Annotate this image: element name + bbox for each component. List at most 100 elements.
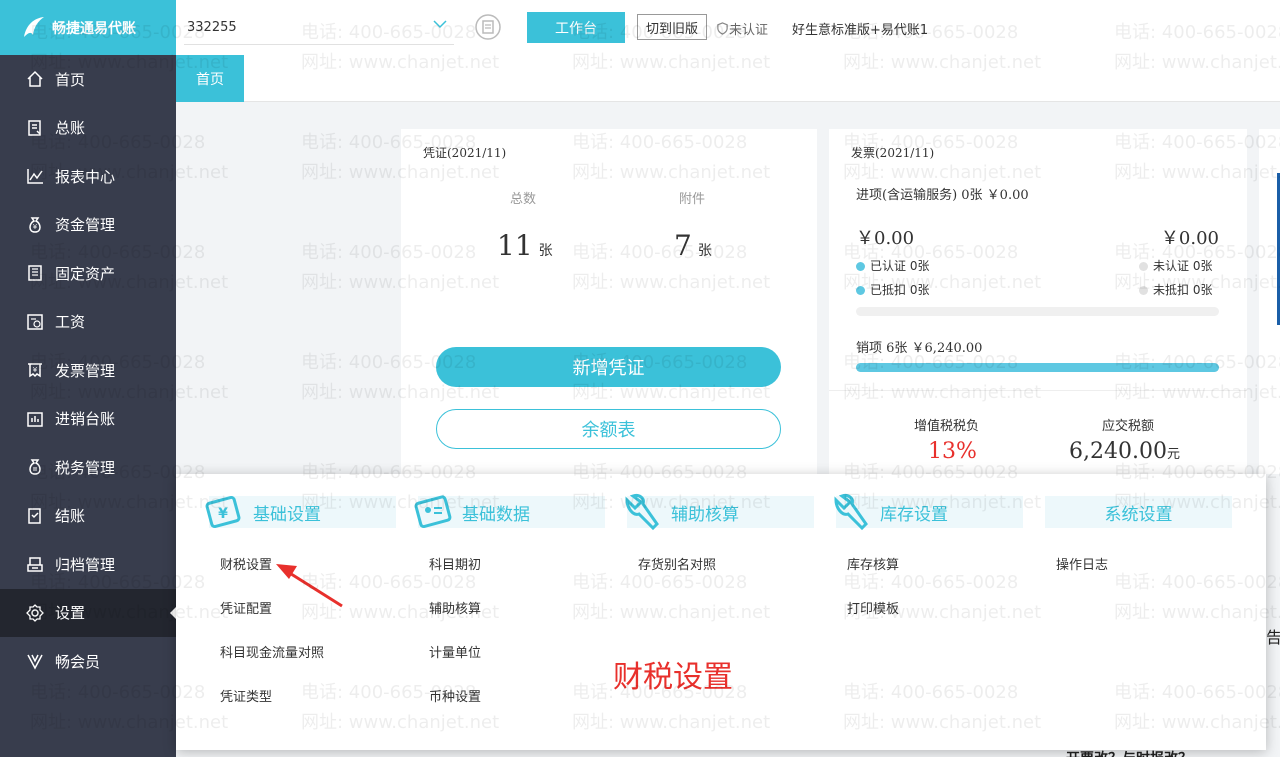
- cert-status[interactable]: 未认证: [716, 19, 768, 38]
- deducted-label: 已抵扣 0张: [870, 283, 930, 297]
- workbench-button[interactable]: 工作台: [527, 12, 625, 43]
- svg-text:¥: ¥: [33, 366, 38, 374]
- dot-marker: [1139, 286, 1148, 295]
- dot-marker: [856, 286, 865, 295]
- voucher-total-label: 总数: [510, 192, 537, 207]
- sidebar-item-label: 畅会员: [55, 652, 101, 671]
- salary-icon: [24, 311, 46, 333]
- certified-label: 已认证 0张: [870, 259, 930, 273]
- settings-card-icon: ¥: [205, 495, 241, 529]
- sidebar-item-label: 固定资产: [55, 264, 116, 283]
- sidebar-item-label: 设置: [55, 604, 86, 623]
- section-title: 基础设置: [253, 504, 321, 525]
- archive-icon: [24, 553, 46, 575]
- side-card: [1259, 129, 1280, 474]
- company-selector[interactable]: 332255: [187, 20, 237, 35]
- sidebar-item-vip[interactable]: 畅会员: [0, 637, 176, 686]
- menu-item-aux-accounting[interactable]: 辅助核算: [429, 598, 481, 617]
- output-progress-fill: [856, 363, 1219, 372]
- invoice-title: 发票(2021/11): [851, 146, 935, 160]
- menu-item-print-template[interactable]: 打印模板: [847, 598, 899, 617]
- menu-item-tax-settings[interactable]: 财税设置: [220, 554, 272, 573]
- menu-item-cashflow-mapping[interactable]: 科目现金流量对照: [220, 642, 324, 661]
- tax-payable: 6,240.00元: [1069, 439, 1180, 464]
- edition-label: 好生意标准版+易代账1: [792, 23, 929, 38]
- sidebar-item-settings[interactable]: 设置: [0, 588, 176, 637]
- section-inventory-settings: 库存设置: [834, 494, 1023, 531]
- section-basic-settings: ¥ 基础设置: [205, 495, 396, 529]
- menu-item-alias-mapping[interactable]: 存货别名对照: [638, 554, 716, 573]
- sidebar-item-label: 报表中心: [55, 167, 116, 186]
- dot-marker: [856, 262, 865, 271]
- menu-item-voucher-config[interactable]: 凭证配置: [220, 598, 272, 617]
- undeducted-row: 未抵扣 0张: [1139, 281, 1212, 298]
- home-icon: [24, 68, 46, 90]
- sidebar-item-label: 归档管理: [55, 555, 116, 574]
- sidebar-item-ledger[interactable]: 总账: [0, 104, 176, 153]
- sidebar-item-checkout[interactable]: 结账: [0, 492, 176, 541]
- chart-icon: [24, 165, 46, 187]
- sidebar-item-label: 总账: [55, 119, 86, 138]
- brand-bar[interactable]: 畅捷通易代账: [0, 0, 176, 55]
- balance-sheet-button[interactable]: 余额表: [436, 409, 781, 449]
- sidebar-item-tax[interactable]: 税务管理: [0, 443, 176, 492]
- tax-payable-value: 6,240.00: [1069, 439, 1167, 464]
- certified-row: 已认证 0张: [856, 257, 929, 274]
- voucher-total[interactable]: 11 张: [497, 229, 553, 262]
- sidebar-item-salary[interactable]: 工资: [0, 298, 176, 347]
- section-title: 辅助核算: [671, 504, 739, 525]
- deducted-row: 已抵扣 0张: [856, 281, 929, 298]
- sidebar-item-funds[interactable]: ¥ 资金管理: [0, 201, 176, 250]
- voucher-attach-label: 附件: [679, 192, 706, 207]
- dot-marker: [1139, 262, 1148, 271]
- voucher-card: 凭证(2021/11) 总数 附件 11 张 7张 新增凭证 余额表: [401, 129, 817, 474]
- svg-text:¥: ¥: [218, 506, 228, 522]
- menu-item-opening-balance[interactable]: 科目期初: [429, 554, 481, 573]
- menu-item-inventory-accounting[interactable]: 库存核算: [847, 554, 899, 573]
- menu-item-units[interactable]: 计量单位: [429, 642, 481, 661]
- invoice-icon: ¥: [24, 359, 46, 381]
- shield-icon: [717, 22, 728, 35]
- section-title: 系统设置: [1104, 504, 1173, 525]
- section-aux-accounting: 辅助核算: [625, 494, 814, 531]
- sidebar-item-inventory[interactable]: 进销台账: [0, 395, 176, 444]
- tax-payable-label: 应交税额: [1102, 419, 1155, 434]
- sidebar-item-label: 税务管理: [55, 458, 116, 477]
- calendar-icon[interactable]: [474, 13, 502, 41]
- tax-unit: 元: [1166, 447, 1180, 462]
- sidebar-item-label: 结账: [55, 507, 86, 526]
- top-bar: 332255 工作台 切到旧版 未认证 好生意标准版+易代账1: [176, 0, 1280, 55]
- sidebar-item-invoice[interactable]: ¥ 发票管理: [0, 346, 176, 395]
- voucher-attach[interactable]: 7张: [674, 229, 712, 262]
- sidebar-item-label: 工资: [55, 313, 86, 332]
- checkout-icon: [24, 505, 46, 527]
- switch-old-version-button[interactable]: 切到旧版: [637, 14, 707, 40]
- gear-icon: [24, 602, 46, 624]
- sidebar-item-reports[interactable]: 报表中心: [0, 152, 176, 201]
- data-card-icon: [414, 495, 452, 529]
- sidebar-item-archive[interactable]: 归档管理: [0, 540, 176, 589]
- input-invoice-line: 进项(含运输服务) 0张 ￥0.00: [856, 188, 1029, 203]
- sidebar-item-assets[interactable]: 固定资产: [0, 249, 176, 298]
- output-progress-track: [856, 363, 1219, 372]
- section-title: 库存设置: [880, 504, 948, 525]
- sidebar-item-label: 发票管理: [55, 361, 116, 380]
- new-voucher-button[interactable]: 新增凭证: [436, 347, 781, 387]
- right-amount: ￥0.00: [1160, 228, 1219, 249]
- divider: [829, 390, 1247, 391]
- tab-strip: 首页: [176, 55, 1280, 102]
- voucher-title: 凭证(2021/11): [423, 146, 507, 160]
- cert-label: 未认证: [729, 23, 769, 38]
- voucher-total-value: 11: [497, 229, 533, 262]
- menu-item-currency[interactable]: 币种设置: [429, 686, 481, 705]
- sidebar-item-home[interactable]: 首页: [0, 55, 176, 104]
- chevron-down-icon[interactable]: [432, 16, 448, 32]
- inventory-icon: [24, 408, 46, 430]
- annotation-caption: 财税设置: [613, 660, 733, 695]
- output-invoice-line: 销项 6张 ￥6,240.00: [856, 341, 983, 356]
- tab-home[interactable]: 首页: [176, 55, 244, 102]
- unit-label: 张: [697, 243, 712, 259]
- section-system-settings: 系统设置: [1045, 496, 1232, 528]
- menu-item-voucher-type[interactable]: 凭证类型: [220, 686, 272, 705]
- menu-item-operation-log[interactable]: 操作日志: [1056, 554, 1108, 573]
